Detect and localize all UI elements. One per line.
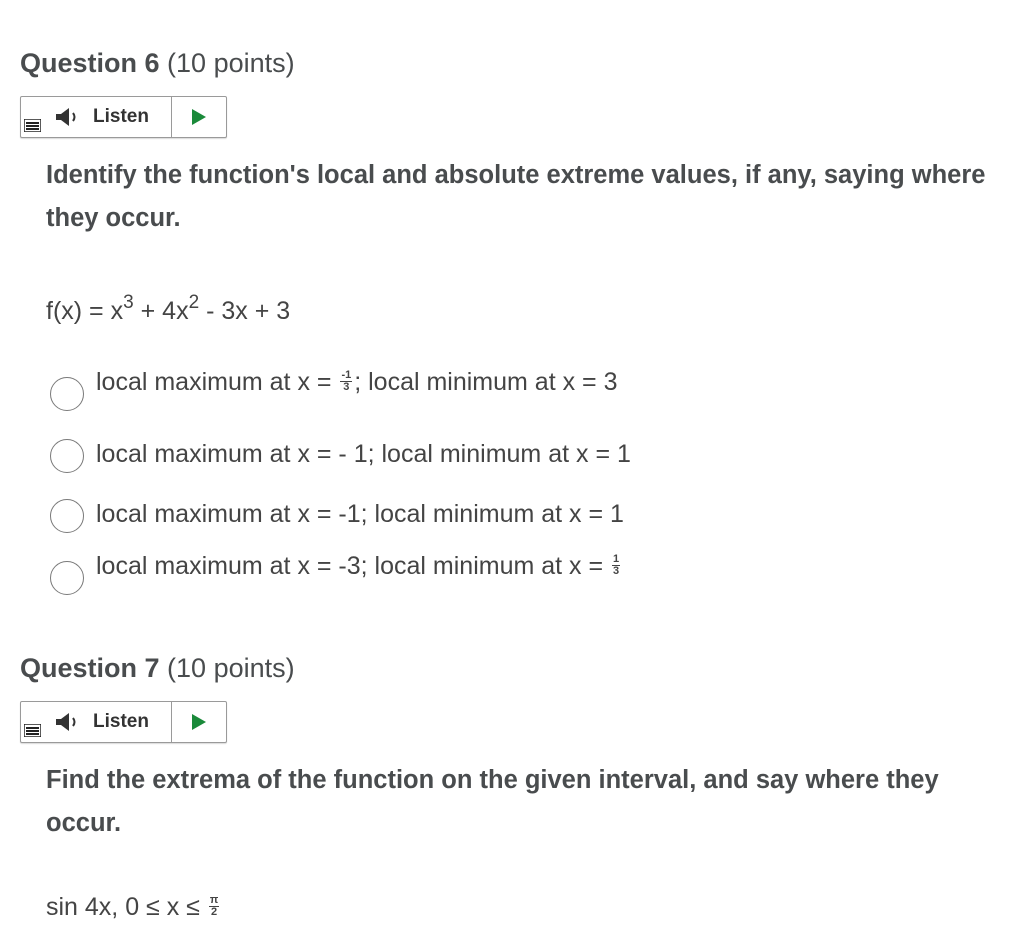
answer-text: ; local minimum at x = 3 [354,368,618,396]
answer-text: local maximum at x = [96,368,339,396]
listen-button[interactable]: Listen [21,97,171,137]
listen-label: Listen [93,106,149,127]
fraction: -1 3 [340,369,353,393]
fraction-denominator: 3 [343,380,350,393]
answer-label[interactable]: local maximum at x = - 1; local minimum … [96,440,631,469]
function-middle: + 4x [133,297,189,325]
answer-radio[interactable] [50,377,84,411]
answer-option: local maximum at x = -1; local minimum a… [50,499,750,539]
speaker-icon [56,713,76,731]
fraction-denominator: 2 [210,905,218,918]
play-icon [192,109,206,125]
answer-option: local maximum at x = -1 3; local minimum … [50,368,750,417]
answer-text: local maximum at x = -3; local minimum a… [96,552,611,580]
function-expression: sin 4x, 0 ≤ x ≤ π2 [46,893,221,922]
answer-label[interactable]: local maximum at x = -1 3; local minimum … [96,368,618,397]
play-button[interactable] [172,97,226,137]
speaker-icon [56,108,76,126]
question-number: Question 6 [20,48,160,78]
listen-toolbar: Listen [20,701,227,743]
function-prefix: f(x) = x [46,297,124,325]
question-points: (10 points) [167,653,295,683]
listen-toolbar: Listen [20,96,227,138]
function-text: sin 4x, 0 ≤ x ≤ [46,893,207,921]
function-expression: f(x) = x3 + 4x2 - 3x + 3 [46,293,291,326]
function-suffix: - 3x + 3 [199,297,291,325]
answer-radio[interactable] [50,439,84,473]
answer-label[interactable]: local maximum at x = -3; local minimum a… [96,552,622,581]
answer-radio[interactable] [50,561,84,595]
function-exponent: 2 [188,291,200,313]
question-points: (10 points) [167,48,295,78]
play-button[interactable] [172,702,226,742]
fraction: 13 [612,553,621,577]
answer-radio[interactable] [50,499,84,533]
question-7-title: Question 7 (10 points) [20,653,295,684]
fraction-denominator: 3 [613,564,620,577]
play-icon [192,714,206,730]
menu-icon[interactable] [24,119,41,132]
question-number: Question 7 [20,653,160,683]
listen-button[interactable]: Listen [21,702,171,742]
answer-option: local maximum at x = - 1; local minimum … [50,439,750,479]
answer-option: local maximum at x = -3; local minimum a… [50,552,750,601]
question-6-title: Question 6 (10 points) [20,48,295,79]
answer-label[interactable]: local maximum at x = -1; local minimum a… [96,500,624,529]
listen-label: Listen [93,711,149,732]
fraction: π2 [208,894,220,918]
function-exponent: 3 [123,291,134,313]
question-prompt: Identify the function's local and absolu… [46,161,986,232]
menu-icon[interactable] [24,724,41,737]
question-prompt: Find the extrema of the function on the … [46,766,939,837]
